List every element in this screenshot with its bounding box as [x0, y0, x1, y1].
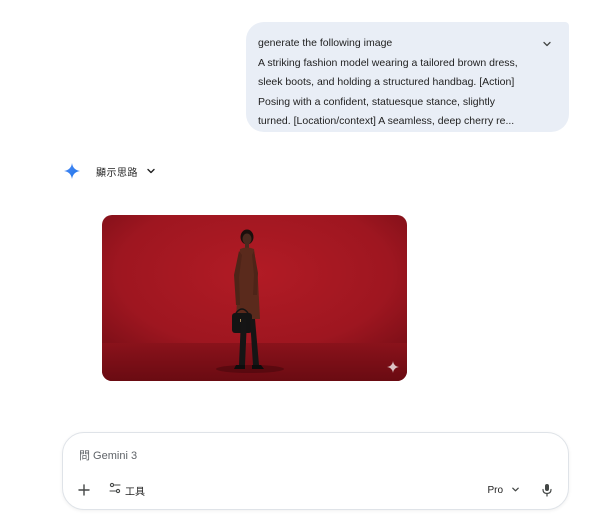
- plus-icon[interactable]: [77, 483, 91, 497]
- composer-toolbar: 工具 Pro: [77, 481, 554, 499]
- prompt-line: Posing with a confident, statuesque stan…: [258, 95, 495, 108]
- model-selector[interactable]: Pro: [487, 481, 520, 499]
- prompt-line: sleek boots, and holding a structured ha…: [258, 76, 515, 88]
- model-label: Pro: [487, 484, 503, 496]
- tune-icon: [109, 481, 121, 499]
- prompt-line: generate the following image: [258, 37, 393, 49]
- chevron-down-icon: [511, 481, 520, 499]
- prompt-line: A striking fashion model wearing a tailo…: [258, 56, 518, 69]
- show-thinking-label: 顯示思路: [96, 167, 138, 179]
- prompt-line: turned. [Location/context] A seamless, d…: [258, 115, 515, 127]
- generated-image[interactable]: [102, 215, 407, 381]
- chevron-down-icon: [146, 166, 156, 176]
- mic-icon[interactable]: [540, 483, 554, 497]
- prompt-input-placeholder[interactable]: 問 Gemini 3: [79, 447, 137, 463]
- tools-button[interactable]: 工具: [109, 481, 145, 499]
- user-prompt-bubble: generate the following image A striking …: [246, 22, 569, 132]
- chevron-down-icon[interactable]: [541, 38, 553, 50]
- show-thinking-toggle[interactable]: 顯示思路: [64, 162, 156, 180]
- sparkle-icon: [387, 361, 399, 373]
- tools-label: 工具: [125, 486, 145, 498]
- prompt-input-box[interactable]: 問 Gemini 3 工具 Pro: [62, 432, 569, 510]
- gemini-spark-icon: [64, 163, 80, 179]
